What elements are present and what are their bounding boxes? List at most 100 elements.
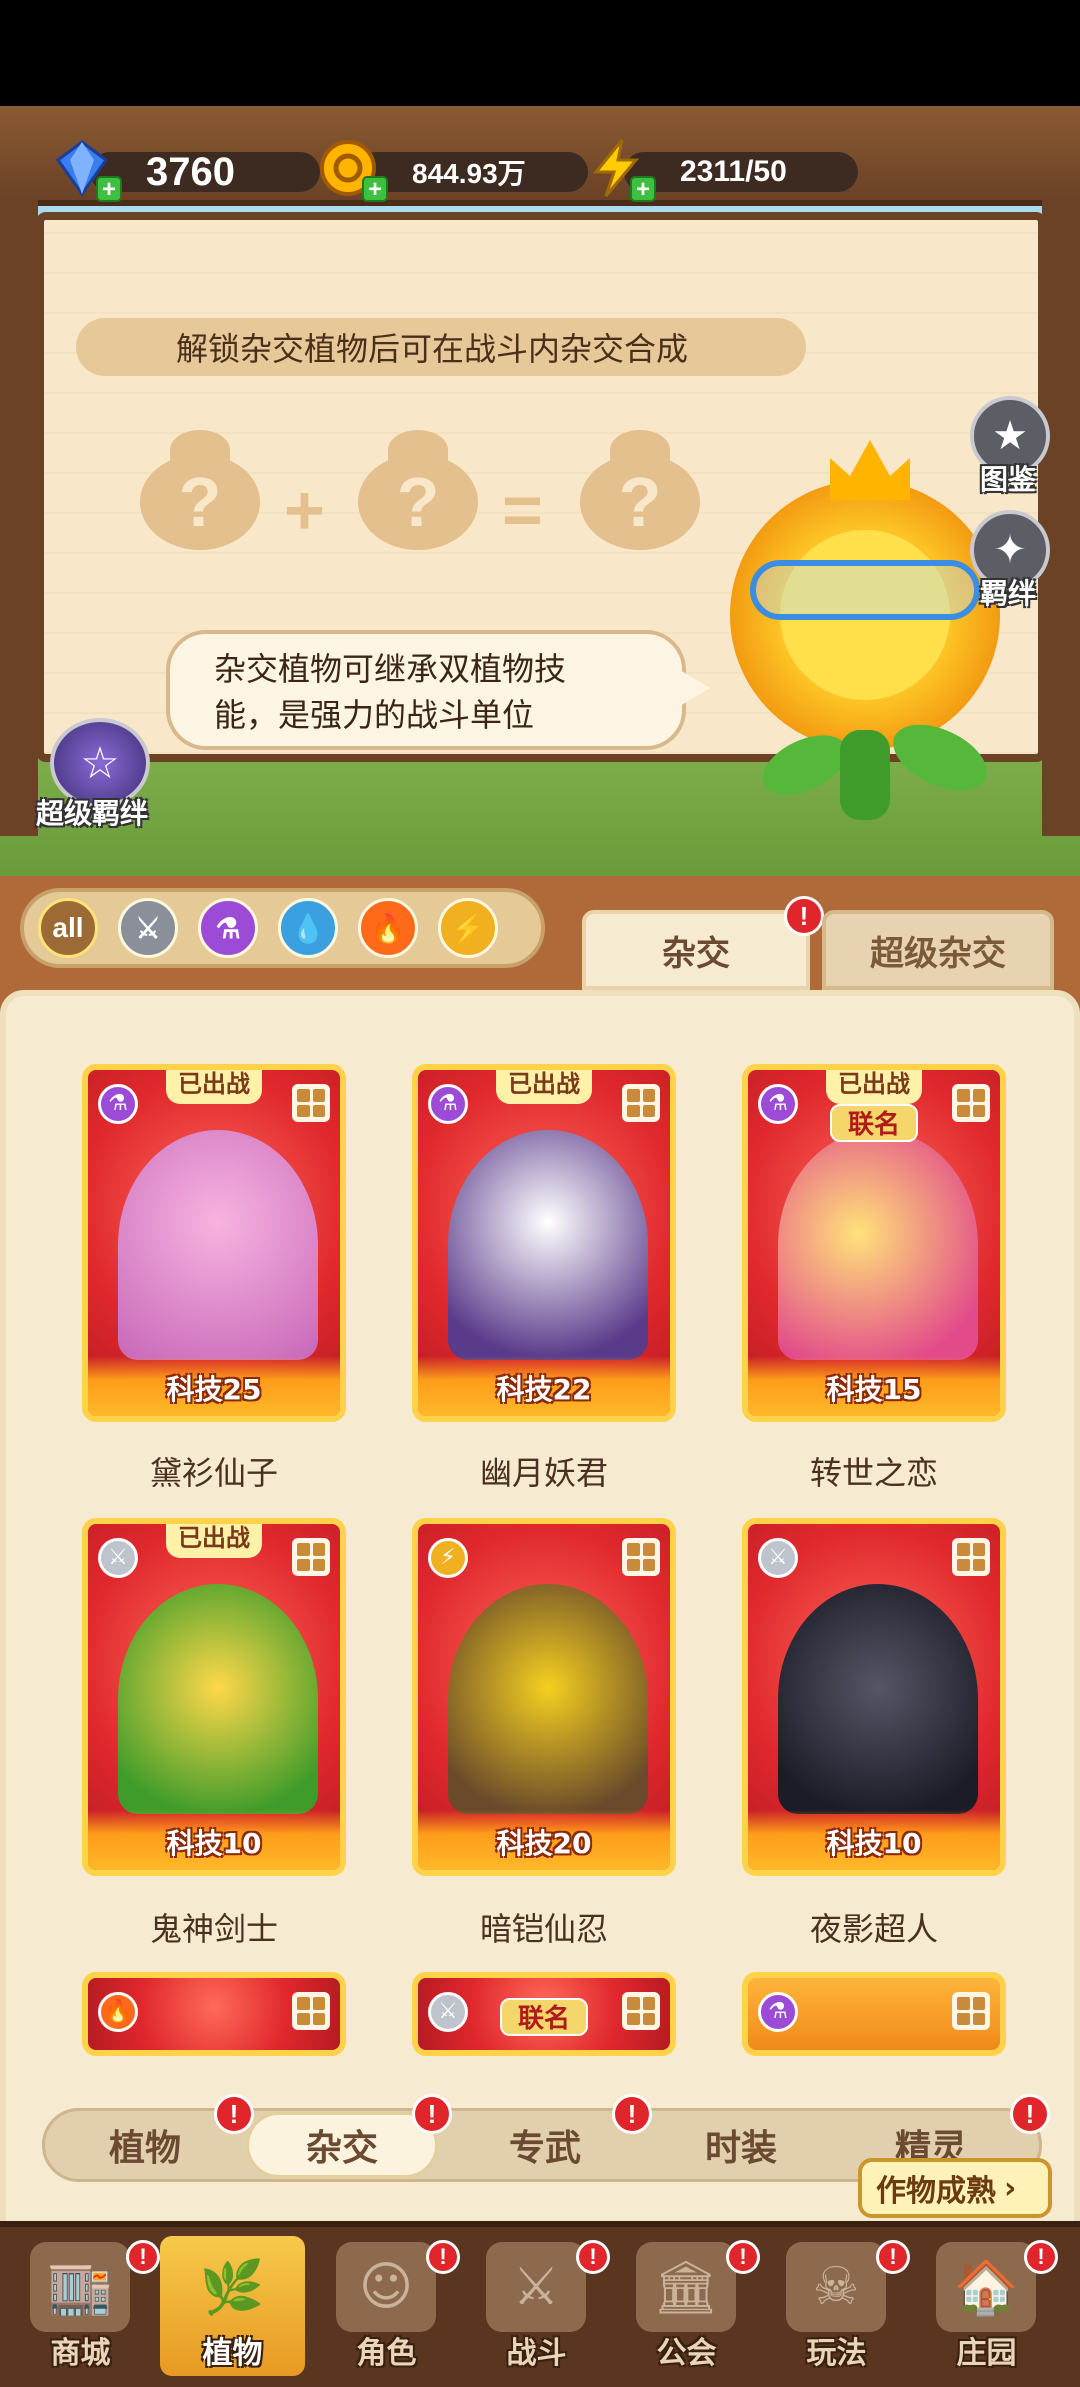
potion-icon: ⚗: [98, 1084, 138, 1124]
gem-currency[interactable]: + 3760: [50, 140, 320, 202]
super-bond-icon: ☆: [80, 737, 120, 789]
plant-portrait: [118, 1584, 318, 1814]
card-level: 科技10: [826, 1827, 922, 1860]
battle-icon: ⚔: [486, 2242, 586, 2332]
plant-portrait: [448, 1130, 648, 1360]
bubble-line-2: 能，是强力的战斗单位: [214, 696, 535, 734]
plant-card-partial[interactable]: 🔥: [82, 1972, 346, 2056]
plant-card-partial[interactable]: ⚗: [742, 1972, 1006, 2056]
plant-card-ghost-swordsman[interactable]: ⚔ 已出战 科技10: [82, 1518, 346, 1876]
subtab-plants[interactable]: 植物: [70, 2112, 220, 2178]
unknown-plant-slot: ?: [130, 430, 270, 550]
energy-amount: 2311/50: [624, 152, 858, 192]
bond-label: 羁绊: [980, 577, 1037, 610]
sword-icon: ⚔: [98, 1538, 138, 1578]
plant-icon: 🌿: [199, 2257, 265, 2318]
tab-super-hybrid[interactable]: 超级杂交: [822, 910, 1054, 990]
lightning-filter-icon[interactable]: ⚡: [438, 898, 498, 958]
plant-portrait: [118, 1130, 318, 1360]
potion-filter-icon[interactable]: ⚗: [198, 898, 258, 958]
subtab-costumes[interactable]: 时装: [666, 2112, 816, 2178]
add-coin-icon[interactable]: +: [362, 176, 388, 202]
add-energy-icon[interactable]: +: [630, 176, 656, 202]
coin-currency[interactable]: + 844.93万: [316, 140, 588, 202]
crop-ripe-button[interactable]: 作物成熟 ›: [858, 2158, 1052, 2218]
card-level: 科技15: [826, 1373, 922, 1406]
nav-label: 商城: [50, 2336, 111, 2371]
grid-icon: [622, 1538, 660, 1576]
card-name: 暗铠仙忍: [479, 1910, 608, 1948]
plant-card-night-shadow-hero[interactable]: ⚔ 科技10: [742, 1518, 1006, 1876]
nav-label: 庄园: [956, 2336, 1017, 2371]
super-bond-label: 超级羁绊: [36, 797, 149, 830]
manor-icon: 🏠: [936, 2242, 1036, 2332]
character-icon: ☺: [336, 2242, 436, 2332]
grid-icon: [292, 1992, 330, 2030]
nav-label: 植物: [202, 2336, 263, 2371]
characters-alert-badge: !: [426, 2240, 460, 2274]
grid-icon: [292, 1538, 330, 1576]
sunflower-queen-character: [720, 440, 1020, 820]
unknown-plant-slot: ?: [570, 430, 710, 550]
card-level: 科技22: [496, 1373, 592, 1406]
guild-alert-badge: !: [726, 2240, 760, 2274]
potion-icon: ⚗: [758, 1992, 798, 2032]
unlock-hint: 解锁杂交植物后可在战斗内杂交合成: [76, 318, 806, 376]
potion-icon: ⚗: [428, 1084, 468, 1124]
potion-icon: ⚗: [758, 1084, 798, 1124]
hybrid-alert-badge: !: [784, 896, 824, 936]
plus-sign: +: [284, 471, 325, 549]
plant-card-youyue-demon[interactable]: ⚗ 已出战 科技22: [412, 1064, 676, 1422]
guild-icon: 🏛: [636, 2242, 736, 2332]
card-name: 转世之恋: [809, 1454, 938, 1492]
grid-icon: [622, 1992, 660, 2030]
gem-amount: 3760: [90, 150, 320, 194]
nav-plants[interactable]: 🌿 植物: [160, 2236, 305, 2376]
weapons-alert-badge: !: [612, 2094, 652, 2134]
plant-card-daishan-fairy[interactable]: ⚗ 已出战 科技25: [82, 1064, 346, 1422]
nav-label: 战斗: [506, 2336, 567, 2371]
fire-icon: 🔥: [98, 1992, 138, 2032]
star-icon: ✦: [993, 527, 1027, 573]
add-gem-icon[interactable]: +: [96, 176, 122, 202]
fire-filter-icon[interactable]: 🔥: [358, 898, 418, 958]
grid-icon: [292, 1084, 330, 1122]
deployed-badge: 已出战: [496, 1070, 592, 1104]
shop-icon: 🏬: [30, 2242, 130, 2332]
grid-icon: [622, 1084, 660, 1122]
card-level: 科技20: [496, 1827, 592, 1860]
coin-amount: 844.93万: [356, 152, 588, 192]
card-name: 黛衫仙子: [149, 1454, 278, 1492]
plant-card-dark-armor-ninja[interactable]: ⚡ 科技20: [412, 1518, 676, 1876]
crop-ripe-label: 作物成熟: [876, 2174, 996, 2209]
manor-alert-badge: !: [1024, 2240, 1058, 2274]
subtab-hybrid[interactable]: 杂交: [246, 2112, 438, 2178]
water-filter-icon[interactable]: 💧: [278, 898, 338, 958]
hybrid-alert-badge: !: [412, 2094, 452, 2134]
nav-label: 玩法: [806, 2336, 867, 2371]
status-bar: [0, 0, 1080, 106]
sword-filter-icon[interactable]: ⚔: [118, 898, 178, 958]
card-name: 夜影超人: [809, 1910, 938, 1948]
shop-alert-badge: !: [126, 2240, 160, 2274]
collab-badge: 联名: [829, 1104, 919, 1142]
card-level: 科技25: [166, 1373, 262, 1406]
energy-currency[interactable]: + 2311/50: [584, 139, 858, 202]
spirits-alert-badge: !: [1010, 2094, 1050, 2134]
nav-label: 公会: [656, 2336, 717, 2371]
all-filter-icon[interactable]: all: [38, 898, 98, 958]
deployed-badge: 已出战: [166, 1524, 262, 1558]
battle-alert-badge: !: [576, 2240, 610, 2274]
plant-card-partial[interactable]: ⚔ 联名: [412, 1972, 676, 2056]
plant-card-reincarnation-love[interactable]: ⚗ 已出战 联名 科技15: [742, 1064, 1006, 1422]
speech-bubble: 杂交植物可继承双植物技 能，是强力的战斗单位: [166, 630, 710, 750]
card-level: 科技10: [166, 1827, 262, 1860]
chevron-right-icon: ›: [1004, 2170, 1017, 2206]
gameplay-icon: ☠: [786, 2242, 886, 2332]
grid-icon: [952, 1084, 990, 1122]
tab-hybrid[interactable]: 杂交: [582, 910, 810, 990]
plant-portrait: [778, 1584, 978, 1814]
sword-icon: ⚔: [758, 1538, 798, 1578]
deployed-badge: 已出战: [166, 1070, 262, 1104]
subtab-weapons[interactable]: 专武: [470, 2112, 620, 2178]
